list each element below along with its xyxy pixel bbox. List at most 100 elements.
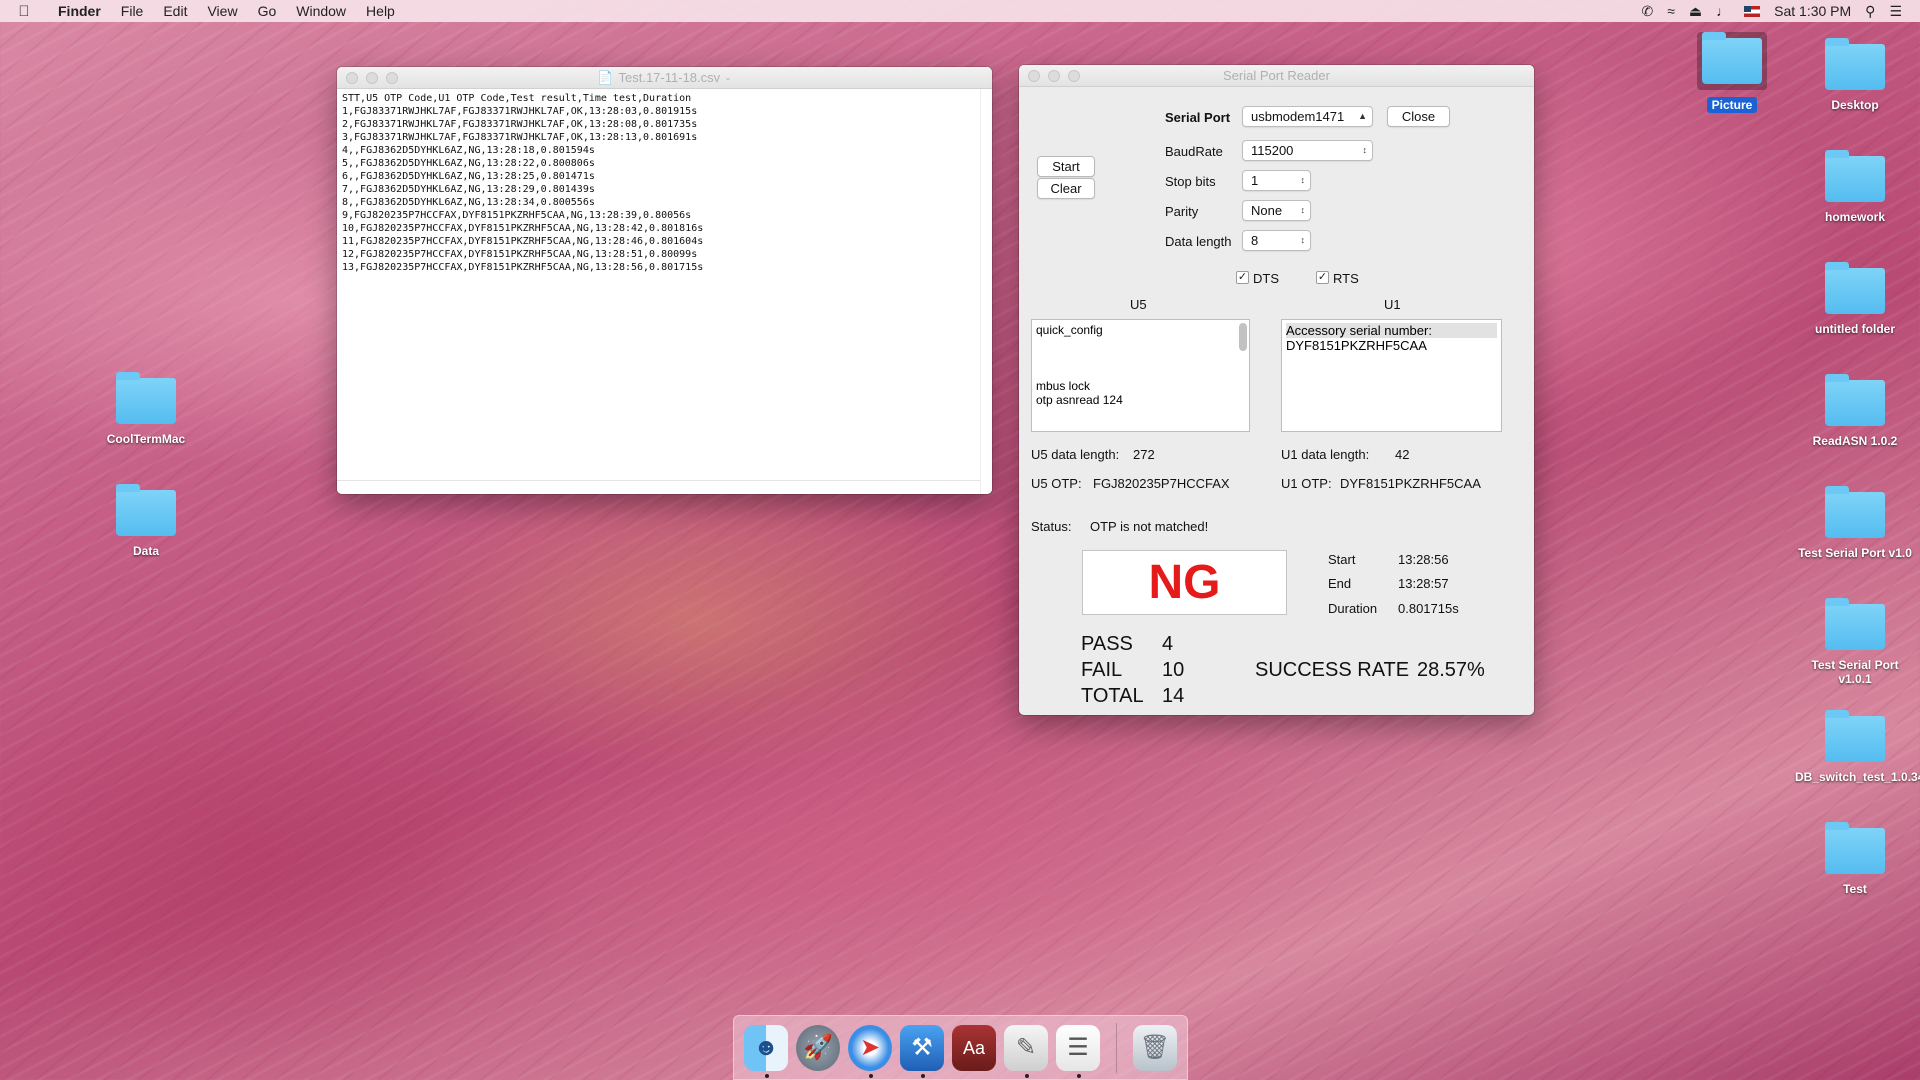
window-controls: [1028, 70, 1080, 82]
desktop-icon-label: homework: [1824, 210, 1885, 224]
vertical-scrollbar[interactable]: [980, 89, 992, 494]
textedit-icon[interactable]: ☰: [1056, 1024, 1100, 1078]
menu-clock[interactable]: Sat 1:30 PM: [1774, 3, 1851, 19]
folder-icon: [1825, 150, 1885, 202]
csv-line: 6,,FGJ8362D5DYHKL6AZ,NG,13:28:25,0.80147…: [342, 171, 595, 182]
duration-value: 0.801715s: [1398, 601, 1459, 616]
zoom-window-icon[interactable]: [386, 72, 398, 84]
u5-output-line: otp asnread 124: [1036, 393, 1123, 407]
u5-otp-value: FGJ820235P7HCCFAX: [1093, 476, 1230, 491]
csv-line: 3,FGJ83371RWJHKL7AF,FGJ83371RWJHKL7AF,OK…: [342, 132, 698, 143]
baudrate-label: BaudRate: [1165, 144, 1223, 159]
parity-select[interactable]: None ↕: [1242, 200, 1311, 221]
updown-arrows-icon: ↕: [1362, 145, 1368, 155]
csv-text-area[interactable]: STT,U5 OTP Code,U1 OTP Code,Test result,…: [337, 89, 992, 494]
success-rate-label: SUCCESS RATE: [1255, 659, 1410, 681]
desktop-icon-coolterm[interactable]: CoolTermMac: [86, 372, 206, 446]
apple-menu-icon[interactable]: : [0, 3, 48, 20]
desktop-icon-untitled-folder[interactable]: untitled folder: [1795, 262, 1915, 336]
rts-label: RTS: [1333, 271, 1359, 286]
launchpad-icon[interactable]: 🚀: [796, 1024, 840, 1071]
dts-label: DTS: [1253, 271, 1279, 286]
desktop-icon-picture[interactable]: Picture: [1672, 32, 1792, 113]
csv-line: 2,FGJ83371RWJHKL7AF,FGJ83371RWJHKL7AF,OK…: [342, 119, 698, 130]
csv-line: STT,U5 OTP Code,U1 OTP Code,Test result,…: [342, 93, 692, 104]
csv-line: 10,FGJ820235P7HCCFAX,DYF8151PKZRHF5CAA,N…: [342, 223, 704, 234]
status-value: OTP is not matched!: [1090, 519, 1209, 534]
end-time-label: End: [1328, 576, 1352, 591]
safari-icon[interactable]: ➤: [848, 1024, 892, 1078]
trash-icon[interactable]: 🗑: [1132, 1024, 1177, 1071]
spotlight-search-icon[interactable]: ⚲: [1865, 3, 1875, 20]
desktop-icon-label: untitled folder: [1815, 322, 1895, 336]
desktop-icon-db-switch-test[interactable]: DB_switch_test_1.0.34: [1795, 710, 1920, 784]
menu-edit[interactable]: Edit: [153, 3, 197, 19]
duration-label: Duration: [1328, 601, 1378, 616]
volume-icon[interactable]: ♩: [1716, 3, 1730, 19]
desktop-icon-readasn[interactable]: ReadASN 1.0.2: [1795, 374, 1915, 448]
menu-help[interactable]: Help: [356, 3, 405, 19]
csv-line: 7,,FGJ8362D5DYHKL6AZ,NG,13:28:29,0.80143…: [342, 184, 595, 195]
menu-view[interactable]: View: [197, 3, 247, 19]
finder-icon[interactable]: ☻: [744, 1024, 788, 1078]
fail-count: 10: [1162, 659, 1185, 681]
folder-icon: [1702, 32, 1762, 84]
close-window-icon[interactable]: [1028, 70, 1040, 82]
dock-separator: [1116, 1022, 1117, 1073]
minimize-window-icon[interactable]: [1048, 70, 1060, 82]
datalength-select[interactable]: 8 ↕: [1242, 230, 1311, 251]
wifi-icon[interactable]: ≈: [1667, 3, 1675, 19]
start-button[interactable]: Start: [1037, 156, 1095, 177]
eject-icon[interactable]: ⏏: [1689, 3, 1702, 20]
baudrate-select[interactable]: 115200 ↕: [1242, 140, 1373, 161]
dictionary-icon[interactable]: Aa: [952, 1024, 996, 1071]
stopbits-select[interactable]: 1 ↕: [1242, 170, 1311, 191]
desktop-icon-label: Desktop: [1831, 98, 1879, 112]
close-port-button[interactable]: Close: [1387, 106, 1450, 127]
clear-button[interactable]: Clear: [1037, 178, 1095, 199]
menu-app-finder[interactable]: Finder: [48, 3, 111, 19]
updown-arrows-icon: ↕: [1300, 235, 1306, 245]
menu-file[interactable]: File: [111, 3, 154, 19]
text-editor-icon[interactable]: ✎: [1004, 1024, 1048, 1078]
notification-center-icon[interactable]: ☰: [1889, 3, 1902, 20]
csv-window-titlebar[interactable]: 📄 Test.17-11-18.csv ⌄: [337, 67, 992, 89]
serial-port-value: usbmodem1471: [1251, 109, 1345, 124]
csv-window-title[interactable]: Test.17-11-18.csv: [619, 70, 721, 85]
folder-icon: [1825, 710, 1885, 762]
desktop-icon-label: ReadASN 1.0.2: [1812, 434, 1898, 448]
menu-window[interactable]: Window: [286, 3, 356, 19]
desktop-icon-data[interactable]: Data: [86, 484, 206, 558]
desktop-icon-test-serial-port-v1-0-1[interactable]: Test Serial Port v1.0.1: [1795, 598, 1915, 686]
csv-line: 11,FGJ820235P7HCCFAX,DYF8151PKZRHF5CAA,N…: [342, 236, 704, 247]
folder-icon: [1825, 822, 1885, 874]
chevron-down-icon[interactable]: ⌄: [724, 72, 732, 83]
zoom-window-icon[interactable]: [1068, 70, 1080, 82]
close-window-icon[interactable]: [346, 72, 358, 84]
success-rate-value: 28.57%: [1417, 659, 1485, 681]
parity-label: Parity: [1165, 204, 1199, 219]
desktop-icon-test-serial-port-v1-0[interactable]: Test Serial Port v1.0: [1795, 486, 1915, 560]
u5-data-length-label: U5 data length:: [1031, 447, 1120, 462]
csv-line: 9,FGJ820235P7HCCFAX,DYF8151PKZRHF5CAA,NG…: [342, 210, 692, 221]
input-source-flag-icon[interactable]: [1744, 5, 1761, 17]
xcode-icon[interactable]: ⚒: [900, 1024, 944, 1078]
minimize-window-icon[interactable]: [366, 72, 378, 84]
total-count: 14: [1162, 685, 1185, 707]
desktop-icon-homework[interactable]: homework: [1795, 150, 1915, 224]
parity-value: None: [1251, 203, 1283, 218]
rts-checkbox[interactable]: ✓: [1316, 271, 1329, 284]
dts-checkbox[interactable]: ✓: [1236, 271, 1249, 284]
document-icon: 📄: [597, 69, 614, 85]
horizontal-scrollbar[interactable]: [337, 480, 980, 494]
u5-output-line: mbus lock: [1036, 379, 1091, 393]
serial-window-titlebar[interactable]: Serial Port Reader: [1019, 65, 1534, 87]
desktop-icon-desktop[interactable]: Desktop: [1795, 38, 1915, 112]
menu-go[interactable]: Go: [248, 3, 287, 19]
u5-output-textbox[interactable]: quick_config mbus lock otp asnread 124: [1031, 319, 1250, 432]
serial-port-select[interactable]: usbmodem1471 ▲: [1242, 106, 1373, 127]
desktop-icon-test[interactable]: Test: [1795, 822, 1915, 896]
u1-output-textbox[interactable]: Accessory serial number: DYF8151PKZRHF5C…: [1281, 319, 1502, 432]
phone-icon[interactable]: ✆: [1641, 3, 1653, 20]
u5-scrollbar[interactable]: [1239, 323, 1247, 351]
